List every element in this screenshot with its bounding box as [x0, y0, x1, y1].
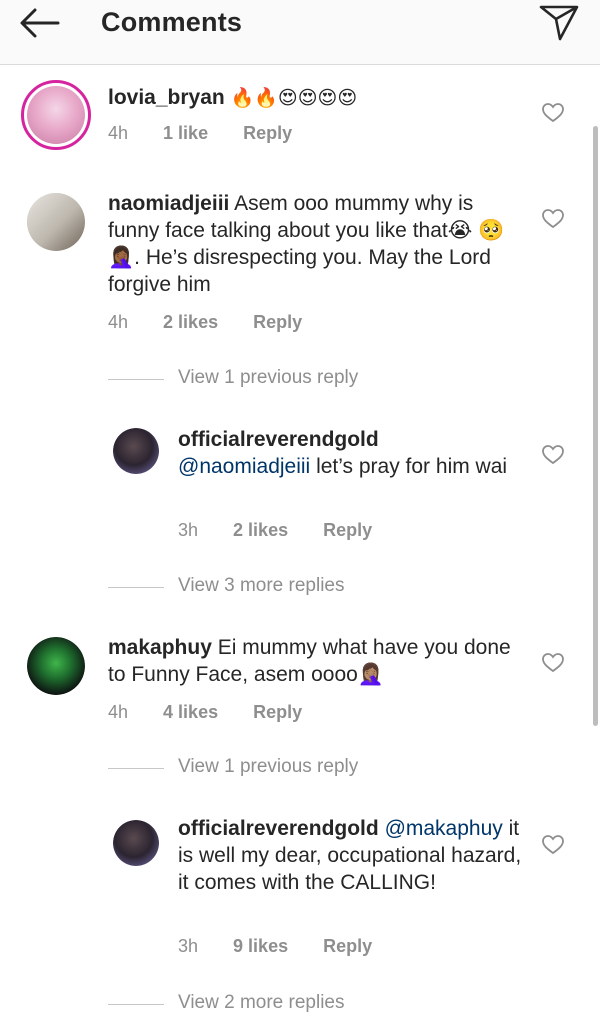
heart-outline-icon[interactable] — [542, 835, 564, 855]
avatar[interactable] — [113, 820, 159, 866]
thread-divider — [108, 587, 164, 588]
scrollbar[interactable] — [593, 126, 598, 726]
avatar[interactable] — [21, 80, 91, 150]
comment-text: officialreverendgold @makaphuy it is wel… — [178, 815, 523, 896]
comment-meta: 4h 2 likes Reply — [108, 312, 332, 333]
reply-button[interactable]: Reply — [253, 702, 302, 722]
reply-item: officialreverendgold @naomiadjeiii let’s… — [0, 414, 600, 614]
comment-meta: 3h 2 likes Reply — [178, 520, 402, 541]
comment-body: 🔥🔥😍😍😍😍 — [230, 87, 358, 109]
header-bar: Comments — [0, 0, 600, 65]
view-replies-link[interactable]: View 1 previous reply — [178, 756, 358, 778]
reply-button[interactable]: Reply — [323, 520, 372, 540]
comment-meta: 3h 9 likes Reply — [178, 936, 402, 957]
thread-divider — [108, 379, 164, 380]
comment-time: 3h — [178, 936, 199, 956]
comment-item: lovia_bryan 🔥🔥😍😍😍😍 4h 1 like Reply — [0, 70, 600, 170]
reply-button[interactable]: Reply — [243, 123, 292, 143]
comment-username[interactable]: naomiadjeiii — [108, 192, 229, 215]
comment-likes[interactable]: 2 likes — [163, 312, 218, 332]
mention-link[interactable]: @naomiadjeiii — [178, 455, 310, 478]
heart-outline-icon[interactable] — [542, 445, 564, 465]
thread-divider — [108, 768, 164, 769]
comment-username[interactable]: officialreverendgold — [178, 817, 379, 840]
paper-plane-icon[interactable] — [538, 4, 580, 42]
comment-username[interactable]: officialreverendgold — [178, 428, 379, 451]
comment-text: lovia_bryan 🔥🔥😍😍😍😍 — [108, 84, 528, 112]
comment-time: 4h — [108, 312, 129, 332]
avatar[interactable] — [27, 193, 85, 251]
view-replies-link[interactable]: View 2 more replies — [178, 992, 345, 1014]
comment-text: makaphuy Ei mummy what have you done to … — [108, 634, 528, 688]
view-replies-link[interactable]: View 1 previous reply — [178, 367, 358, 389]
reply-button[interactable]: Reply — [323, 936, 372, 956]
comment-time: 4h — [108, 123, 129, 143]
comment-likes[interactable]: 1 like — [163, 123, 208, 143]
comment-likes[interactable]: 2 likes — [233, 520, 288, 540]
comment-username[interactable]: makaphuy — [108, 636, 212, 659]
comment-item: naomiadjeiii Asem ooo mummy why is funny… — [0, 176, 600, 406]
back-arrow-icon[interactable] — [18, 6, 62, 40]
comment-text: officialreverendgold @naomiadjeiii let’s… — [178, 426, 523, 480]
avatar[interactable] — [113, 428, 159, 474]
reply-button[interactable]: Reply — [253, 312, 302, 332]
avatar[interactable] — [27, 637, 85, 695]
comment-likes[interactable]: 9 likes — [233, 936, 288, 956]
comment-item: makaphuy Ei mummy what have you done to … — [0, 620, 600, 800]
heart-outline-icon[interactable] — [542, 653, 564, 673]
comment-time: 3h — [178, 520, 199, 540]
thread-divider — [108, 1004, 164, 1005]
heart-outline-icon[interactable] — [542, 209, 564, 229]
view-replies-link[interactable]: View 3 more replies — [178, 575, 345, 597]
comment-meta: 4h 1 like Reply — [108, 123, 322, 144]
reply-item: officialreverendgold @makaphuy it is wel… — [0, 806, 600, 1024]
comment-likes[interactable]: 4 likes — [163, 702, 218, 722]
mention-link[interactable]: @makaphuy — [385, 817, 503, 840]
comment-text: naomiadjeiii Asem ooo mummy why is funny… — [108, 190, 528, 298]
comment-meta: 4h 4 likes Reply — [108, 702, 332, 723]
comment-username[interactable]: lovia_bryan — [108, 86, 225, 109]
heart-outline-icon[interactable] — [542, 103, 564, 123]
comment-body: let’s pray for him wai — [316, 455, 508, 478]
page-title: Comments — [101, 7, 243, 37]
comment-time: 4h — [108, 702, 129, 722]
